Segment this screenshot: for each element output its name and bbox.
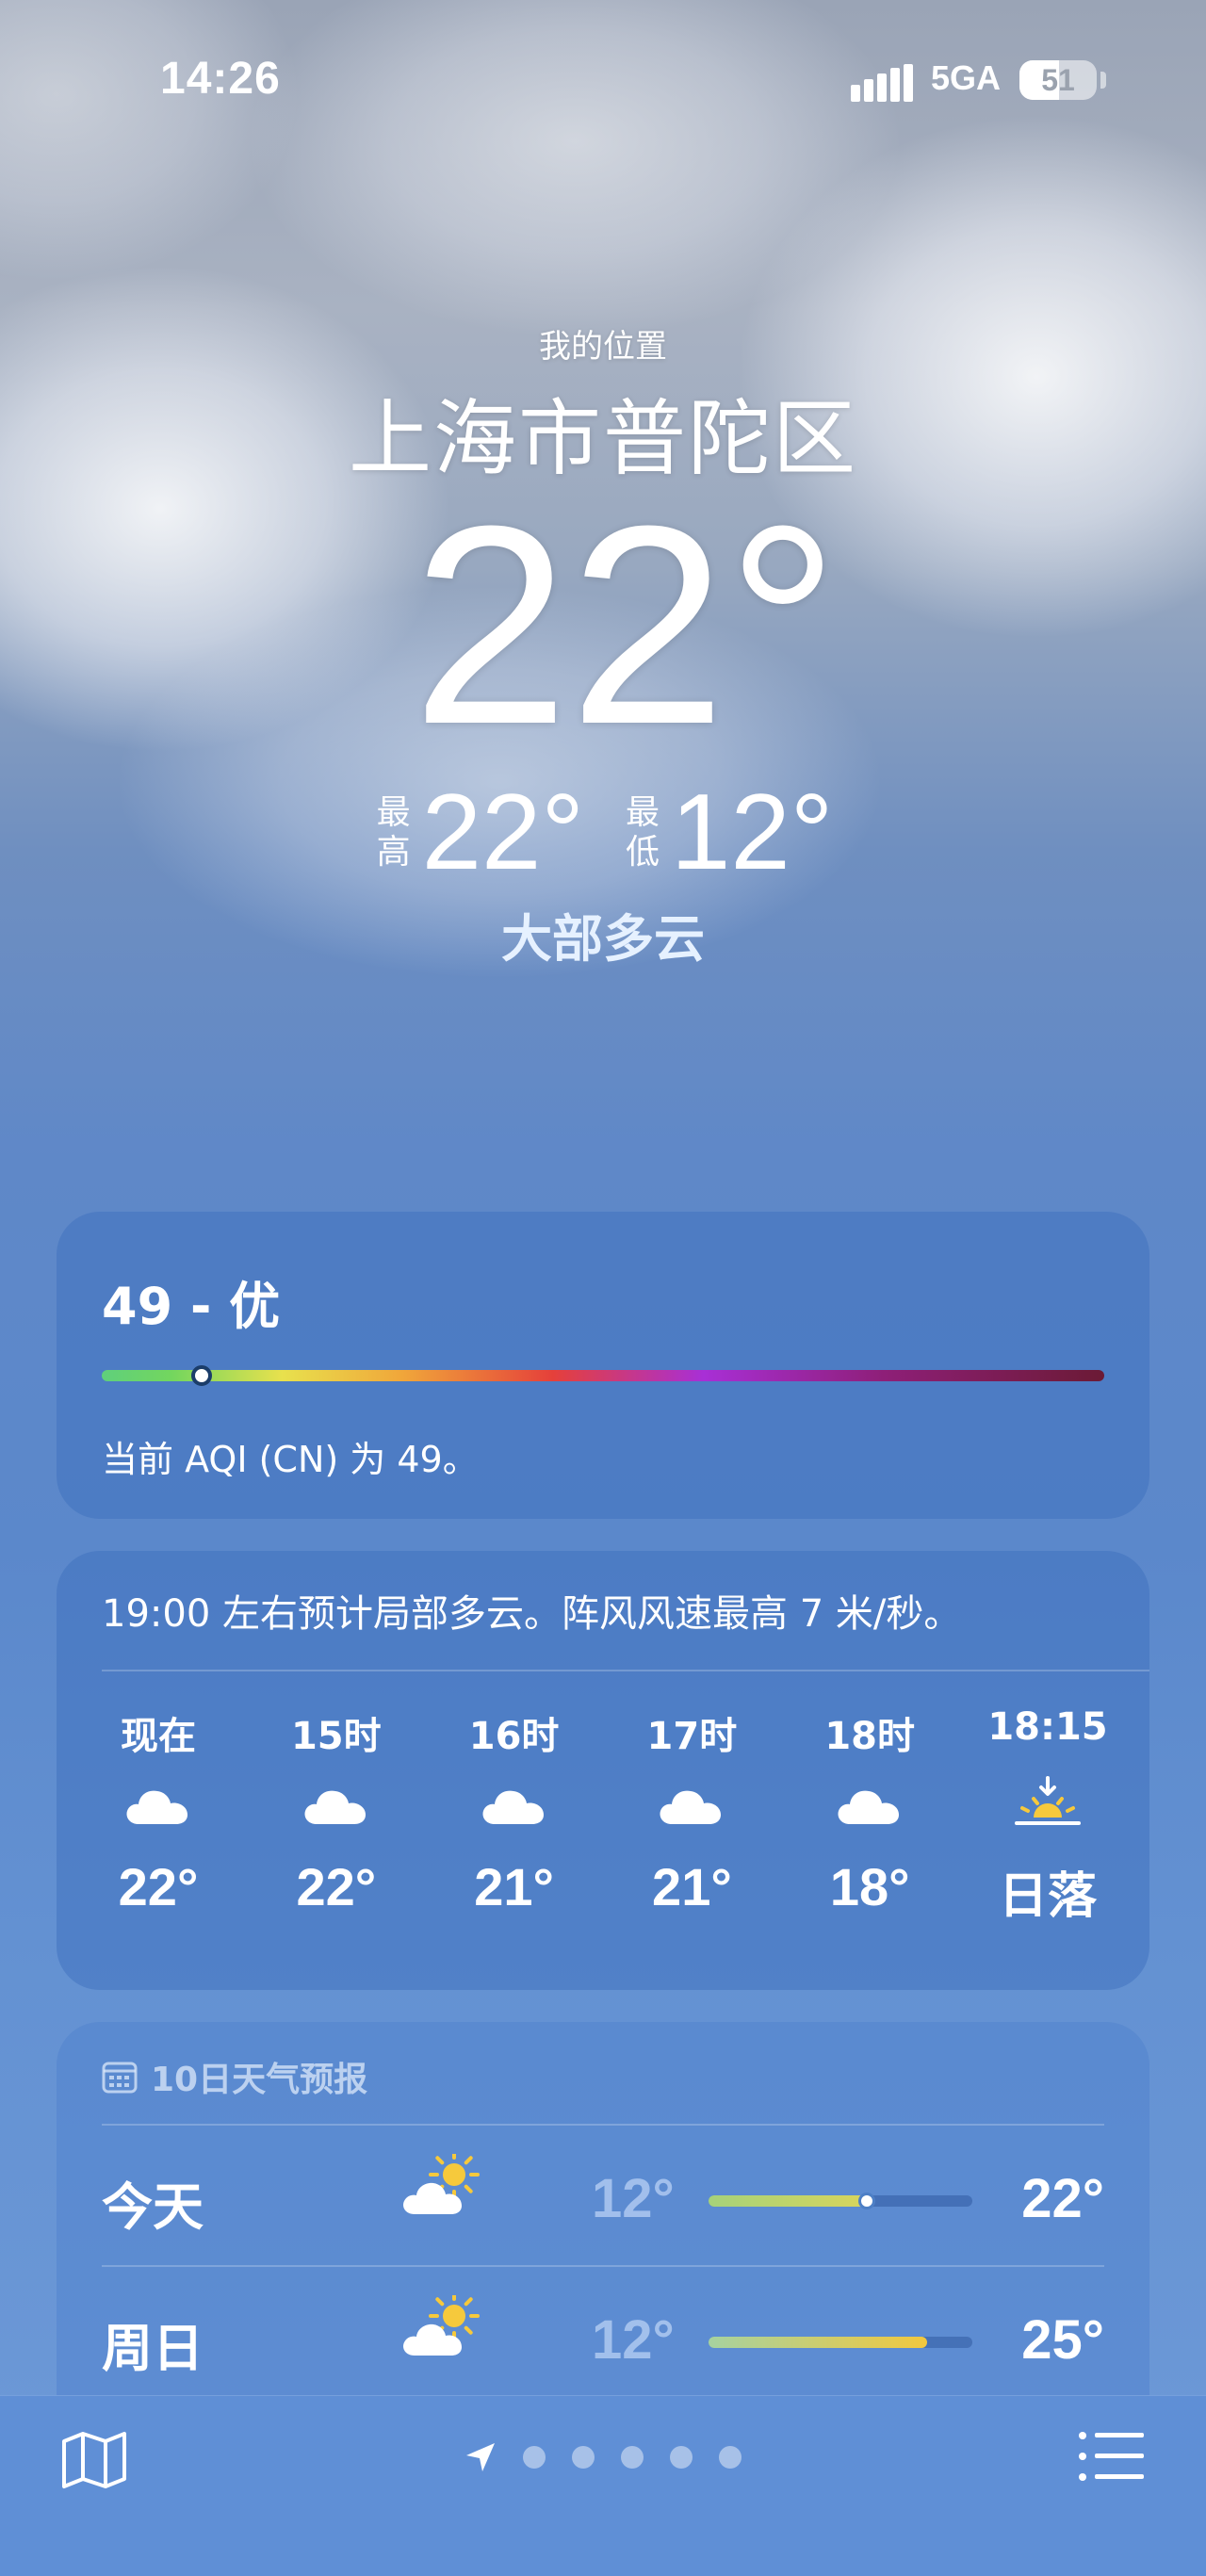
hour-temperature: 18°: [829, 1857, 910, 1916]
current-temp-marker: [858, 2193, 875, 2209]
partly-sunny-icon: [401, 2149, 486, 2224]
cloud-icon: [657, 1753, 726, 1856]
hourly-item: 17时 21°: [616, 1705, 767, 1927]
hour-label: 17时: [646, 1715, 738, 1758]
hourly-item: 18时 18°: [794, 1705, 945, 1927]
daily-forecast-title: 10日天气预报: [151, 2061, 368, 2099]
location-arrow-icon[interactable]: [464, 2441, 497, 2473]
hour-label: 18:15: [987, 1705, 1108, 1749]
page-dot[interactable]: [621, 2446, 644, 2469]
hour-temperature: 21°: [652, 1857, 732, 1916]
location-label: 我的位置: [539, 328, 667, 366]
battery-tip: [1100, 72, 1106, 89]
hourly-item: 现在 22°: [83, 1705, 234, 1927]
hourly-item: 18:15 日落: [972, 1705, 1123, 1927]
cloud-icon: [480, 1753, 549, 1856]
hour-temperature: 22°: [118, 1857, 199, 1916]
page-dot[interactable]: [719, 2446, 742, 2469]
hour-label: 15时: [290, 1715, 382, 1758]
air-quality-card[interactable]: 49 - 优 当前 AQI (CN) 为 49。: [57, 1212, 1149, 1519]
list-icon[interactable]: [1078, 2430, 1144, 2483]
aqi-indicator: [191, 1365, 213, 1386]
divider: [102, 1670, 1149, 1671]
cloud-icon: [835, 1753, 904, 1856]
low-temperature: 12°: [671, 773, 834, 892]
page-dot[interactable]: [572, 2446, 595, 2469]
status-time: 14:26: [160, 54, 281, 104]
hourly-list[interactable]: 现在 22° 15时 22° 16时 21° 17时 21° 18时 18° 18:15 日落: [83, 1705, 1123, 1927]
day-low: 12°: [592, 2168, 675, 2229]
hour-label: 现在: [121, 1715, 196, 1758]
current-weather: 我的位置 上海市普陀区 22° 最高 22° 最低 12° 大部多云: [0, 320, 1206, 971]
low-label: 最低: [625, 793, 660, 872]
page-dot[interactable]: [670, 2446, 693, 2469]
high-label: 最高: [376, 793, 411, 872]
temperature-range-fill: [709, 2195, 867, 2207]
bottom-toolbar: [0, 2395, 1206, 2576]
hourly-forecast-card[interactable]: 19:00 左右预计局部多云。阵风风速最高 7 米/秒。 现在 22° 15时 22°…: [57, 1551, 1149, 1990]
cloud-icon: [123, 1753, 193, 1856]
temperature-range-bar: [709, 2193, 972, 2209]
daily-row[interactable]: 周日 12° 25°: [102, 2267, 1104, 2408]
aqi-description: 当前 AQI (CN) 为 49。: [102, 1439, 479, 1480]
day-high: 22°: [1021, 2168, 1104, 2229]
hourly-item: 16时 21°: [439, 1705, 590, 1927]
page-indicator[interactable]: [0, 2441, 1206, 2473]
hour-temperature: 日落: [998, 1868, 1097, 1925]
aqi-scale: [102, 1370, 1104, 1381]
hour-temperature: 21°: [474, 1857, 554, 1916]
hourly-item: 15时 22°: [261, 1705, 412, 1927]
aqi-title: 49 - 优: [102, 1277, 281, 1336]
battery-percent: 51: [1041, 63, 1075, 97]
hourly-summary: 19:00 左右预计局部多云。阵风风速最高 7 米/秒。: [102, 1592, 962, 1636]
divider: [102, 2265, 1104, 2267]
page-dot[interactable]: [523, 2446, 546, 2469]
day-high: 25°: [1021, 2309, 1104, 2371]
hour-label: 18时: [824, 1715, 916, 1758]
day-label: 周日: [102, 2319, 204, 2378]
sunset-icon: [1013, 1753, 1083, 1856]
day-label: 今天: [102, 2177, 204, 2237]
status-bar: 14:26 5GA 51: [0, 0, 1206, 160]
condition-text: 大部多云: [501, 909, 705, 969]
hour-label: 16时: [468, 1715, 560, 1758]
cellular-signal-icon: [851, 64, 913, 102]
partly-sunny-icon: [401, 2291, 486, 2365]
network-type: 5GA: [931, 58, 1002, 97]
daily-row[interactable]: 今天 12° 22°: [102, 2126, 1104, 2267]
daily-forecast-header: 10日天气预报: [102, 2052, 367, 2101]
temperature-range-fill: [709, 2337, 928, 2348]
day-low: 12°: [592, 2309, 675, 2371]
hour-temperature: 22°: [296, 1857, 377, 1916]
battery-icon: 51: [1019, 60, 1097, 100]
current-temperature: 22°: [412, 466, 839, 783]
calendar-icon: [102, 2062, 138, 2094]
cloud-icon: [302, 1753, 371, 1856]
high-temperature: 22°: [421, 773, 584, 892]
temperature-range-bar: [709, 2337, 972, 2348]
high-low: 最高 22° 最低 12°: [0, 776, 1206, 889]
